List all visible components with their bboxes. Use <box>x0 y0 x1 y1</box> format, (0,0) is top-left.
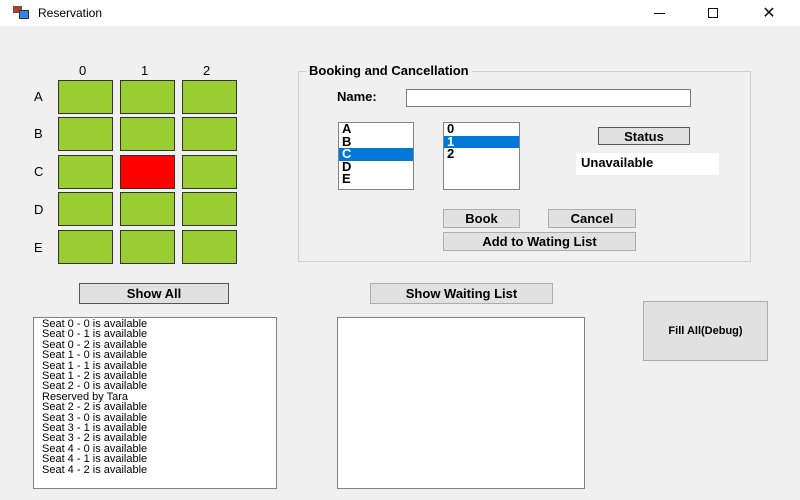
close-icon: ✕ <box>762 5 776 22</box>
column-label-2: 2 <box>203 63 211 78</box>
row-label-e: E <box>34 240 43 255</box>
row-label-c: C <box>34 164 44 179</box>
cancel-button[interactable]: Cancel <box>548 209 636 228</box>
row-label-d: D <box>34 202 44 217</box>
list-item[interactable]: Seat 4 - 2 is available <box>42 464 276 475</box>
seat-e2[interactable] <box>182 230 237 264</box>
window-title: Reservation <box>38 6 103 20</box>
column-option-1[interactable]: 1 <box>444 135 519 148</box>
status-text: Unavailable <box>576 153 719 175</box>
seat-a2[interactable] <box>182 80 237 114</box>
column-label-0: 0 <box>79 63 87 78</box>
column-listbox[interactable]: 0 1 2 <box>443 122 520 190</box>
seat-d1[interactable] <box>120 192 175 226</box>
seat-b0[interactable] <box>58 117 113 151</box>
minimize-icon <box>653 12 665 14</box>
add-to-waiting-list-button[interactable]: Add to Wating List <box>443 232 636 251</box>
maximize-icon <box>708 8 718 18</box>
seat-a1[interactable] <box>120 80 175 114</box>
seat-d2[interactable] <box>182 192 237 226</box>
seat-status-listbox[interactable]: Seat 0 - 0 is available Seat 0 - 1 is av… <box>33 317 277 489</box>
maximize-button[interactable] <box>690 0 736 26</box>
row-label-b: B <box>34 126 43 141</box>
seat-a0[interactable] <box>58 80 113 114</box>
column-label-1: 1 <box>141 63 149 78</box>
seat-c0[interactable] <box>58 155 113 189</box>
name-label: Name: <box>337 89 377 104</box>
seat-b2[interactable] <box>182 117 237 151</box>
status-button[interactable]: Status <box>598 127 690 145</box>
column-option-0[interactable]: 0 <box>444 123 519 136</box>
title-bar[interactable]: Reservation ✕ <box>0 0 800 26</box>
row-label-a: A <box>34 89 43 104</box>
close-button[interactable]: ✕ <box>746 0 792 26</box>
show-all-button[interactable]: Show All <box>79 283 229 304</box>
booking-group-title: Booking and Cancellation <box>306 63 472 78</box>
column-option-2[interactable]: 2 <box>444 147 519 161</box>
app-icon <box>13 6 29 19</box>
seat-e0[interactable] <box>58 230 113 264</box>
row-listbox[interactable]: A B C D E <box>338 122 414 190</box>
seat-e1[interactable] <box>120 230 175 264</box>
show-waiting-list-button[interactable]: Show Waiting List <box>370 283 553 304</box>
seat-c2[interactable] <box>182 155 237 189</box>
fill-all-debug-button[interactable]: Fill All(Debug) <box>643 301 768 361</box>
book-button[interactable]: Book <box>443 209 520 228</box>
minimize-button[interactable] <box>636 0 682 26</box>
name-input[interactable] <box>406 89 691 107</box>
seat-d0[interactable] <box>58 192 113 226</box>
seat-b1[interactable] <box>120 117 175 151</box>
seat-c1[interactable] <box>120 155 175 189</box>
waiting-listbox[interactable] <box>337 317 585 489</box>
row-option-e[interactable]: E <box>339 172 413 186</box>
